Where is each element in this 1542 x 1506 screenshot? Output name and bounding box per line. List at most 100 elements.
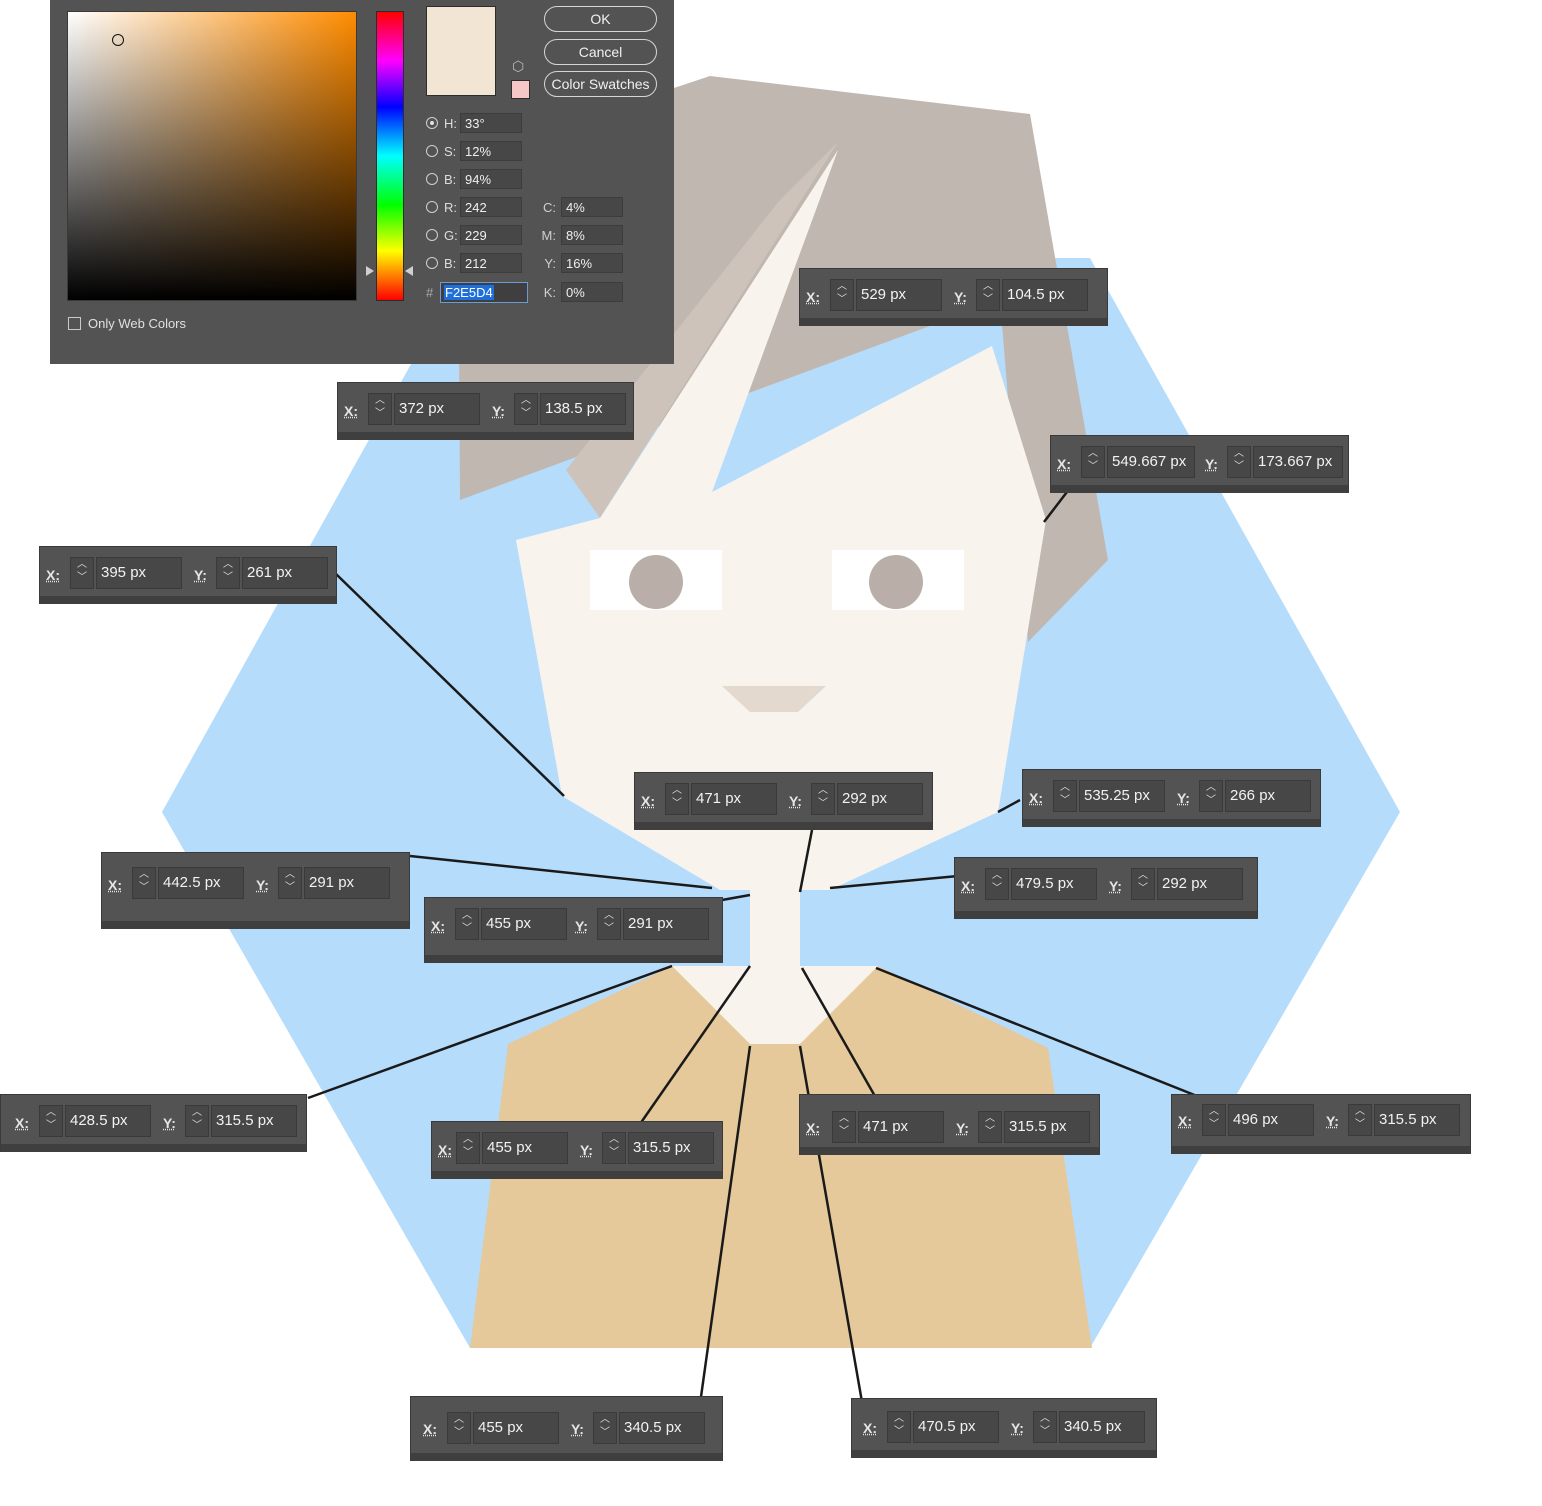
green-radio[interactable]	[426, 229, 438, 241]
x-value-input[interactable]: 479.5 px	[1011, 868, 1097, 900]
up-down-stepper-icon[interactable]: ︿ ﹀	[514, 393, 538, 425]
color-picker-dialog: ⬡ OK Cancel Color Swatches H: 33° S: 12%…	[50, 0, 674, 364]
up-down-stepper-icon[interactable]: ︿ ﹀	[368, 393, 392, 425]
only-web-colors-option[interactable]: Only Web Colors	[68, 316, 186, 331]
x-value-input[interactable]: 428.5 px	[65, 1105, 151, 1137]
y-label: Y:	[571, 1421, 584, 1437]
color-cursor-handle[interactable]	[112, 34, 124, 46]
neck-shape[interactable]	[750, 888, 800, 970]
x-value-input[interactable]: 471 px	[858, 1111, 944, 1143]
x-value-input[interactable]: 535.25 px	[1079, 780, 1165, 812]
magenta-input[interactable]: 8%	[561, 225, 623, 245]
y-value-input[interactable]: 315.5 px	[1374, 1104, 1460, 1136]
y-value-input[interactable]: 291 px	[304, 867, 390, 899]
x-value-input[interactable]: 442.5 px	[158, 867, 244, 899]
x-value-input[interactable]: 529 px	[856, 279, 942, 311]
x-label: X:	[46, 567, 60, 583]
hue-radio[interactable]	[426, 117, 438, 129]
up-down-stepper-icon[interactable]: ︿ ﹀	[1053, 780, 1077, 812]
color-swatches-button[interactable]: Color Swatches	[544, 71, 657, 97]
x-value-input[interactable]: 455 px	[481, 908, 567, 940]
y-value-input[interactable]: 292 px	[837, 783, 923, 815]
hue-slider[interactable]	[376, 11, 404, 301]
up-down-stepper-icon[interactable]: ︿ ﹀	[455, 908, 479, 940]
saturation-radio[interactable]	[426, 145, 438, 157]
hue-slider-left-arrow-icon[interactable]	[366, 266, 374, 276]
x-value-input[interactable]: 496 px	[1228, 1104, 1314, 1136]
up-down-stepper-icon[interactable]: ︿ ﹀	[185, 1105, 209, 1137]
y-value-input[interactable]: 340.5 px	[1059, 1411, 1145, 1443]
y-value-input[interactable]: 340.5 px	[619, 1412, 705, 1444]
hex-input[interactable]: F2E5D4	[440, 281, 528, 303]
up-down-stepper-icon[interactable]: ︿ ﹀	[39, 1105, 63, 1137]
hue-input[interactable]: 33°	[460, 113, 522, 133]
blue-input[interactable]: 212	[460, 253, 522, 273]
coord-panel: X: ︿ ﹀ 529 px Y: ︿ ﹀ 104.5 px	[799, 268, 1108, 326]
y-value-input[interactable]: 292 px	[1157, 868, 1243, 900]
blue-radio[interactable]	[426, 257, 438, 269]
x-value-input[interactable]: 470.5 px	[913, 1411, 999, 1443]
brightness-input[interactable]: 94%	[460, 169, 522, 189]
y-value-input[interactable]: 104.5 px	[1002, 279, 1088, 311]
saturation-input[interactable]: 12%	[460, 141, 522, 161]
cancel-button[interactable]: Cancel	[544, 39, 657, 65]
cube-icon[interactable]: ⬡	[512, 58, 524, 75]
cyan-input[interactable]: 4%	[561, 197, 623, 217]
up-down-stepper-icon[interactable]: ︿ ﹀	[1199, 780, 1223, 812]
up-down-stepper-icon[interactable]: ︿ ﹀	[602, 1132, 626, 1164]
y-value-input[interactable]: 266 px	[1225, 780, 1311, 812]
y-label: Y:	[1011, 1420, 1024, 1436]
yellow-input[interactable]: 16%	[561, 253, 623, 273]
up-down-stepper-icon[interactable]: ︿ ﹀	[447, 1412, 471, 1444]
saturation-brightness-field[interactable]	[67, 11, 357, 301]
y-value-input[interactable]: 173.667 px	[1253, 446, 1343, 478]
y-value-input[interactable]: 261 px	[242, 557, 328, 589]
up-down-stepper-icon[interactable]: ︿ ﹀	[1081, 446, 1105, 478]
up-down-stepper-icon[interactable]: ︿ ﹀	[978, 1111, 1002, 1143]
up-down-stepper-icon[interactable]: ︿ ﹀	[132, 867, 156, 899]
up-down-stepper-icon[interactable]: ︿ ﹀	[1202, 1104, 1226, 1136]
up-down-stepper-icon[interactable]: ︿ ﹀	[887, 1411, 911, 1443]
black-input[interactable]: 0%	[561, 282, 623, 302]
up-down-stepper-icon[interactable]: ︿ ﹀	[1348, 1104, 1372, 1136]
up-down-stepper-icon[interactable]: ︿ ﹀	[811, 783, 835, 815]
x-label: X:	[961, 878, 975, 894]
green-input[interactable]: 229	[460, 225, 522, 245]
left-pupil[interactable]	[629, 555, 683, 609]
up-down-stepper-icon[interactable]: ︿ ﹀	[1131, 868, 1155, 900]
up-down-stepper-icon[interactable]: ︿ ﹀	[830, 279, 854, 311]
up-down-stepper-icon[interactable]: ︿ ﹀	[1227, 446, 1251, 478]
x-value-input[interactable]: 395 px	[96, 557, 182, 589]
y-label: Y:	[575, 918, 588, 934]
red-radio[interactable]	[426, 201, 438, 213]
up-down-stepper-icon[interactable]: ︿ ﹀	[597, 908, 621, 940]
ok-button[interactable]: OK	[544, 6, 657, 32]
up-down-stepper-icon[interactable]: ︿ ﹀	[665, 783, 689, 815]
up-down-stepper-icon[interactable]: ︿ ﹀	[593, 1412, 617, 1444]
up-down-stepper-icon[interactable]: ︿ ﹀	[976, 279, 1000, 311]
up-down-stepper-icon[interactable]: ︿ ﹀	[278, 867, 302, 899]
only-web-colors-checkbox[interactable]	[68, 317, 81, 330]
up-down-stepper-icon[interactable]: ︿ ﹀	[985, 868, 1009, 900]
up-down-stepper-icon[interactable]: ︿ ﹀	[456, 1132, 480, 1164]
up-down-stepper-icon[interactable]: ︿ ﹀	[832, 1111, 856, 1143]
hue-row: H: 33°	[426, 112, 522, 134]
current-color-swatch[interactable]	[511, 80, 530, 99]
brightness-radio[interactable]	[426, 173, 438, 185]
y-value-input[interactable]: 291 px	[623, 908, 709, 940]
x-value-input[interactable]: 549.667 px	[1107, 446, 1195, 478]
up-down-stepper-icon[interactable]: ︿ ﹀	[1033, 1411, 1057, 1443]
up-down-stepper-icon[interactable]: ︿ ﹀	[216, 557, 240, 589]
red-input[interactable]: 242	[460, 197, 522, 217]
x-value-input[interactable]: 455 px	[482, 1132, 568, 1164]
right-pupil[interactable]	[869, 555, 923, 609]
y-value-input[interactable]: 315.5 px	[211, 1105, 297, 1137]
x-value-input[interactable]: 455 px	[473, 1412, 559, 1444]
y-value-input[interactable]: 315.5 px	[1004, 1111, 1090, 1143]
x-value-input[interactable]: 372 px	[394, 393, 480, 425]
hue-slider-right-arrow-icon[interactable]	[405, 266, 413, 276]
x-value-input[interactable]: 471 px	[691, 783, 777, 815]
up-down-stepper-icon[interactable]: ︿ ﹀	[70, 557, 94, 589]
y-value-input[interactable]: 315.5 px	[628, 1132, 714, 1164]
y-value-input[interactable]: 138.5 px	[540, 393, 626, 425]
